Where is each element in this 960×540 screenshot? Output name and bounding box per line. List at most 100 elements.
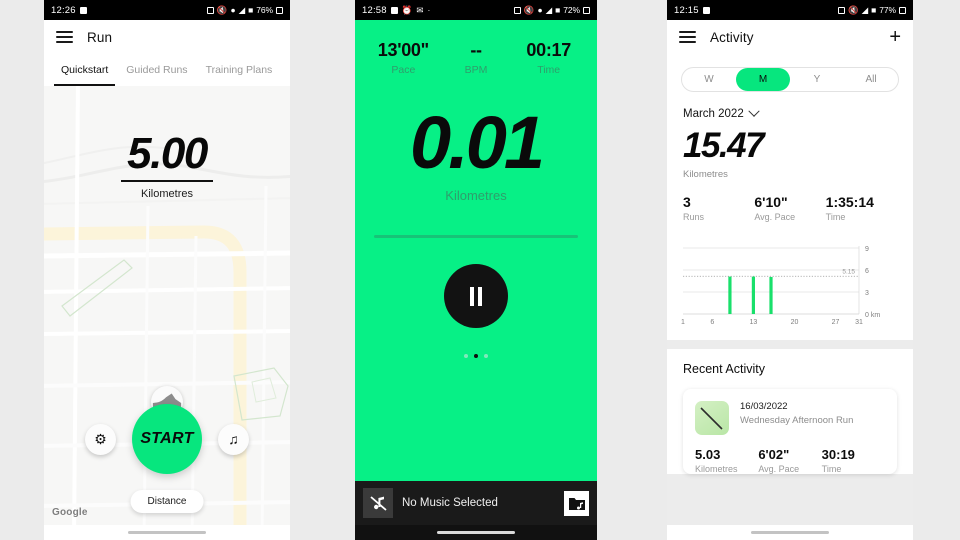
summary-total-value: 15.47 [683, 126, 765, 165]
status-bar: 12:15 🔇 ◢ ■ 77% [667, 0, 913, 20]
route-line-glyph [700, 407, 723, 430]
activity-pace-value: 6'02" [758, 447, 790, 462]
goal-type-pill[interactable]: Distance [130, 490, 204, 513]
status-time: 12:58 [362, 4, 387, 16]
tab-guided-runs[interactable]: Guided Runs [117, 54, 196, 86]
status-time: 12:26 [51, 4, 76, 16]
period-selector-wrap: W M Y All [667, 54, 913, 108]
segment-all[interactable]: All [844, 68, 898, 91]
metrics-row: 13'00" Pace -- BPM 00:17 Time [355, 20, 597, 76]
active-run-body: 13'00" Pace -- BPM 00:17 Time 0.01 Kilom… [355, 20, 597, 540]
battery-icon [899, 6, 906, 14]
activity-distance-value: 5.03 [695, 447, 721, 462]
tab-training-plans[interactable]: Training Plans [197, 54, 282, 86]
nfc-icon [513, 6, 521, 14]
start-button[interactable]: START [132, 404, 202, 474]
segment-year[interactable]: Y [790, 68, 844, 91]
run-controls: ⚙ START ♫ [44, 404, 290, 474]
activity-time-value: 30:19 [821, 447, 855, 462]
summary-card: W M Y All March 2022 15.47 Kilometres 3 … [667, 54, 913, 340]
wifi-icon: ◢ [545, 4, 553, 15]
summary-total-unit: Kilometres [683, 169, 728, 180]
app-bar: Run [44, 20, 290, 54]
activity-date: 16/03/2022 [740, 401, 788, 412]
save-icon [702, 6, 710, 14]
music-status-text: No Music Selected [402, 497, 498, 509]
page-dot-1[interactable] [464, 354, 468, 359]
page-dot-3[interactable] [484, 354, 488, 359]
music-note-icon[interactable]: ♫ [218, 423, 249, 455]
status-time: 12:15 [674, 4, 699, 16]
svg-text:1: 1 [681, 319, 685, 326]
distance-readout: 5.00 Kilometres [44, 132, 290, 200]
hamburger-icon[interactable] [56, 31, 73, 43]
activity-stat-time: 30:19 Time [822, 447, 885, 474]
location-icon: ● [230, 4, 236, 15]
route-thumbnail [695, 401, 729, 435]
pause-button[interactable] [444, 264, 508, 329]
pause-button-wrap [355, 264, 597, 329]
clock-icon: ⏰ [401, 4, 413, 15]
hamburger-icon[interactable] [679, 31, 696, 43]
segment-month[interactable]: M [736, 68, 790, 91]
active-distance-unit: Kilometres [445, 188, 507, 204]
music-bar[interactable]: No Music Selected [355, 481, 597, 525]
svg-text:27: 27 [832, 319, 840, 326]
metric-time: 00:17 Time [512, 40, 585, 76]
metric-pace-value: 13'00" [377, 40, 429, 60]
summary-runs-value: 3 [683, 194, 691, 210]
home-indicator [355, 525, 597, 540]
page-title: Run [87, 29, 113, 45]
activity-chart[interactable]: 0 km 3 6 9 5.15 1 6 13 20 27 31 [677, 240, 903, 332]
nfc-icon [838, 6, 845, 14]
save-icon [390, 6, 398, 14]
status-bar-left: 12:26 [51, 5, 87, 16]
segment-week[interactable]: W [682, 68, 736, 91]
svg-text:5.15: 5.15 [842, 269, 855, 276]
svg-text:3: 3 [865, 290, 869, 297]
active-distance-value: 0.01 [409, 101, 545, 184]
activity-stat-pace: 6'02" Avg. Pace [758, 447, 821, 474]
metric-time-label: Time [537, 64, 561, 76]
metric-bpm-value: -- [470, 40, 482, 60]
wifi-icon: ◢ [861, 4, 869, 15]
period-segmented-control: W M Y All [681, 67, 899, 92]
period-picker[interactable]: March 2022 [683, 105, 897, 120]
dot-icon: · [427, 4, 431, 15]
save-icon [79, 6, 87, 14]
page-dot-2[interactable] [474, 354, 478, 359]
metric-bpm-label: BPM [464, 64, 488, 76]
activity-list-item[interactable]: 16/03/2022 Wednesday Afternoon Run 5.03 … [683, 389, 897, 474]
phone-screen-activity: 12:15 🔇 ◢ ■ 77% Activity + W M Y All Mar… [667, 0, 913, 540]
map-view[interactable]: 5.00 Kilometres ⚙ START ♫ Distance Googl… [44, 86, 290, 540]
battery-label: 77% [879, 5, 896, 15]
add-activity-button[interactable]: + [889, 27, 901, 47]
summary-section: March 2022 15.47 Kilometres 3 Runs 6'10"… [667, 105, 913, 236]
screenshot-stage: 12:26 🔇 ● ◢ ■ 76% Run Quickstart Guided … [0, 0, 960, 540]
recent-activity-section: Recent Activity 16/03/2022 Wednesday Aft… [667, 349, 913, 474]
svg-text:9: 9 [865, 246, 869, 253]
music-off-icon [363, 488, 393, 518]
tab-quickstart[interactable]: Quickstart [52, 54, 117, 87]
progress-line [374, 235, 578, 239]
activity-chart-wrap: 0 km 3 6 9 5.15 1 6 13 20 27 31 [667, 236, 913, 340]
music-library-icon[interactable] [564, 490, 589, 516]
distance-unit: Kilometres [141, 188, 193, 200]
tab-bar: Quickstart Guided Runs Training Plans [44, 54, 290, 87]
page-title: Activity [710, 29, 754, 45]
status-bar-left: 12:58 ⏰ ✉ · [362, 5, 430, 16]
period-label: March 2022 [683, 108, 744, 120]
svg-text:0 km: 0 km [865, 312, 880, 319]
svg-text:6: 6 [710, 319, 714, 326]
gear-icon[interactable]: ⚙ [85, 423, 116, 455]
phone-screen-run-active: 12:58 ⏰ ✉ · 🔇 ● ◢ ■ 72% 13'00" Pace -- B… [355, 0, 597, 540]
activity-stat-distance: 5.03 Kilometres [695, 447, 758, 474]
signal-icon: ■ [555, 4, 561, 15]
status-bar-right: 🔇 ● ◢ ■ 76% [206, 4, 283, 15]
signal-icon: ■ [871, 4, 877, 15]
summary-stat-runs: 3 Runs [683, 194, 754, 222]
page-dots [355, 354, 597, 359]
activity-item-head: 16/03/2022 Wednesday Afternoon Run [695, 401, 885, 435]
metric-time-value: 00:17 [526, 40, 571, 60]
nfc-icon [206, 6, 214, 14]
